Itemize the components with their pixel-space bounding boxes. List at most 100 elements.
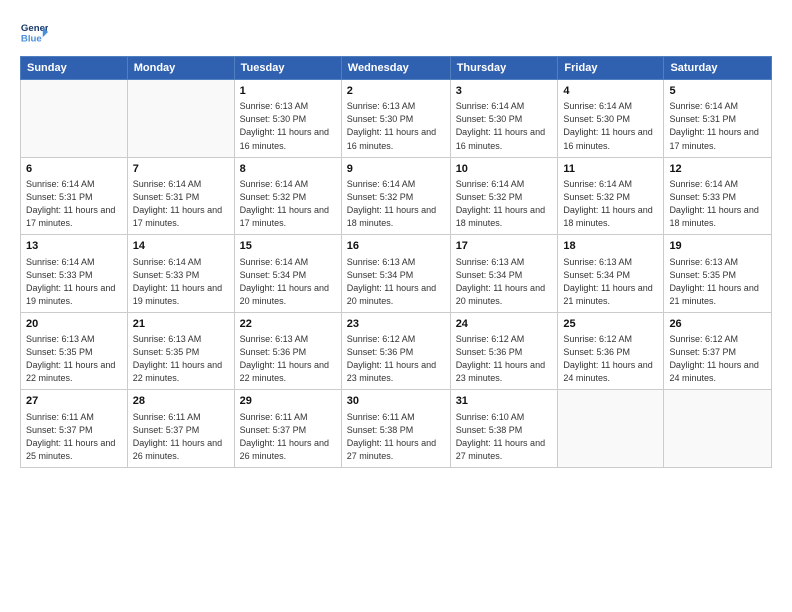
day-info: Sunrise: 6:13 AM Sunset: 5:34 PM Dayligh…: [563, 256, 658, 308]
day-info: Sunrise: 6:12 AM Sunset: 5:37 PM Dayligh…: [669, 333, 766, 385]
calendar-day-cell: 3Sunrise: 6:14 AM Sunset: 5:30 PM Daylig…: [450, 80, 558, 158]
header: General Blue: [20, 18, 772, 46]
day-info: Sunrise: 6:14 AM Sunset: 5:33 PM Dayligh…: [669, 178, 766, 230]
calendar-week-row: 27Sunrise: 6:11 AM Sunset: 5:37 PM Dayli…: [21, 390, 772, 468]
day-number: 30: [347, 394, 445, 409]
day-number: 28: [133, 394, 229, 409]
day-number: 11: [563, 162, 658, 177]
day-number: 31: [456, 394, 553, 409]
weekday-header-sunday: Sunday: [21, 57, 128, 80]
calendar-day-cell: 11Sunrise: 6:14 AM Sunset: 5:32 PM Dayli…: [558, 157, 664, 235]
day-number: 15: [240, 239, 336, 254]
day-info: Sunrise: 6:13 AM Sunset: 5:35 PM Dayligh…: [669, 256, 766, 308]
day-number: 21: [133, 317, 229, 332]
day-number: 2: [347, 84, 445, 99]
day-info: Sunrise: 6:14 AM Sunset: 5:31 PM Dayligh…: [133, 178, 229, 230]
calendar-day-cell: 10Sunrise: 6:14 AM Sunset: 5:32 PM Dayli…: [450, 157, 558, 235]
page: General Blue SundayMondayTuesdayWednesda…: [0, 0, 792, 612]
calendar-day-cell: 5Sunrise: 6:14 AM Sunset: 5:31 PM Daylig…: [664, 80, 772, 158]
day-info: Sunrise: 6:11 AM Sunset: 5:37 PM Dayligh…: [240, 411, 336, 463]
svg-text:Blue: Blue: [21, 34, 42, 45]
day-number: 10: [456, 162, 553, 177]
calendar-week-row: 1Sunrise: 6:13 AM Sunset: 5:30 PM Daylig…: [21, 80, 772, 158]
calendar-day-cell: [21, 80, 128, 158]
day-number: 23: [347, 317, 445, 332]
day-info: Sunrise: 6:10 AM Sunset: 5:38 PM Dayligh…: [456, 411, 553, 463]
calendar-day-cell: 8Sunrise: 6:14 AM Sunset: 5:32 PM Daylig…: [234, 157, 341, 235]
calendar-week-row: 13 Sunrise: 6:14 AM Sunset: 5:33 PM Dayli…: [21, 235, 772, 313]
calendar-day-cell: 4Sunrise: 6:14 AM Sunset: 5:30 PM Daylig…: [558, 80, 664, 158]
day-number: 12: [669, 162, 766, 177]
day-info: Sunrise: 6:14 AM Sunset: 5:30 PM Dayligh…: [456, 100, 553, 152]
day-number: 9: [347, 162, 445, 177]
day-info: Sunrise: 6:14 AM Sunset: 5:32 PM Dayligh…: [347, 178, 445, 230]
day-info: Sunrise: 6:13 AM Sunset: 5:30 PM Dayligh…: [240, 100, 336, 152]
day-info: Sunrise: 6:12 AM Sunset: 5:36 PM Dayligh…: [347, 333, 445, 385]
calendar-day-cell: [664, 390, 772, 468]
day-info: Sunrise: 6:14 AM Sunset: 5:33 PM Dayligh…: [26, 256, 122, 308]
day-number: 4: [563, 84, 658, 99]
weekday-header-friday: Friday: [558, 57, 664, 80]
calendar-day-cell: 19Sunrise: 6:13 AM Sunset: 5:35 PM Dayli…: [664, 235, 772, 313]
day-info: Sunrise: 6:14 AM Sunset: 5:34 PM Dayligh…: [240, 256, 336, 308]
day-number: 29: [240, 394, 336, 409]
calendar-day-cell: 28 Sunrise: 6:11 AM Sunset: 5:37 PM Dayli…: [127, 390, 234, 468]
calendar-day-cell: 18 Sunrise: 6:13 AM Sunset: 5:34 PM Dayli…: [558, 235, 664, 313]
calendar-day-cell: 1Sunrise: 6:13 AM Sunset: 5:30 PM Daylig…: [234, 80, 341, 158]
calendar-day-cell: 27Sunrise: 6:11 AM Sunset: 5:37 PM Dayli…: [21, 390, 128, 468]
calendar-day-cell: 14 Sunrise: 6:14 AM Sunset: 5:33 PM Dayli…: [127, 235, 234, 313]
day-info: Sunrise: 6:13 AM Sunset: 5:35 PM Dayligh…: [133, 333, 229, 385]
calendar-week-row: 6Sunrise: 6:14 AM Sunset: 5:31 PM Daylig…: [21, 157, 772, 235]
calendar-day-cell: 24Sunrise: 6:12 AM Sunset: 5:36 PM Dayli…: [450, 312, 558, 390]
calendar-day-cell: 29 Sunrise: 6:11 AM Sunset: 5:37 PM Dayli…: [234, 390, 341, 468]
calendar-week-row: 20Sunrise: 6:13 AM Sunset: 5:35 PM Dayli…: [21, 312, 772, 390]
day-number: 6: [26, 162, 122, 177]
calendar-day-cell: 9Sunrise: 6:14 AM Sunset: 5:32 PM Daylig…: [341, 157, 450, 235]
logo: General Blue: [20, 18, 48, 46]
day-info: Sunrise: 6:11 AM Sunset: 5:37 PM Dayligh…: [133, 411, 229, 463]
calendar-day-cell: 17Sunrise: 6:13 AM Sunset: 5:34 PM Dayli…: [450, 235, 558, 313]
day-info: Sunrise: 6:14 AM Sunset: 5:33 PM Dayligh…: [133, 256, 229, 308]
calendar-day-cell: [127, 80, 234, 158]
day-number: 22: [240, 317, 336, 332]
day-info: Sunrise: 6:14 AM Sunset: 5:32 PM Dayligh…: [240, 178, 336, 230]
day-number: 24: [456, 317, 553, 332]
calendar-day-cell: 22Sunrise: 6:13 AM Sunset: 5:36 PM Dayli…: [234, 312, 341, 390]
day-number: 3: [456, 84, 553, 99]
calendar-day-cell: 15 Sunrise: 6:14 AM Sunset: 5:34 PM Dayli…: [234, 235, 341, 313]
calendar-day-cell: [558, 390, 664, 468]
calendar-day-cell: 25Sunrise: 6:12 AM Sunset: 5:36 PM Dayli…: [558, 312, 664, 390]
calendar-day-cell: 6Sunrise: 6:14 AM Sunset: 5:31 PM Daylig…: [21, 157, 128, 235]
calendar-day-cell: 13 Sunrise: 6:14 AM Sunset: 5:33 PM Dayli…: [21, 235, 128, 313]
day-number: 1: [240, 84, 336, 99]
day-info: Sunrise: 6:13 AM Sunset: 5:35 PM Dayligh…: [26, 333, 122, 385]
day-number: 8: [240, 162, 336, 177]
day-number: 17: [456, 239, 553, 254]
day-number: 14: [133, 239, 229, 254]
calendar-day-cell: 31 Sunrise: 6:10 AM Sunset: 5:38 PM Dayli…: [450, 390, 558, 468]
day-info: Sunrise: 6:11 AM Sunset: 5:38 PM Dayligh…: [347, 411, 445, 463]
calendar-table: SundayMondayTuesdayWednesdayThursdayFrid…: [20, 56, 772, 468]
calendar-day-cell: 26Sunrise: 6:12 AM Sunset: 5:37 PM Dayli…: [664, 312, 772, 390]
day-info: Sunrise: 6:12 AM Sunset: 5:36 PM Dayligh…: [563, 333, 658, 385]
day-number: 13: [26, 239, 122, 254]
day-number: 25: [563, 317, 658, 332]
day-info: Sunrise: 6:12 AM Sunset: 5:36 PM Dayligh…: [456, 333, 553, 385]
weekday-header-tuesday: Tuesday: [234, 57, 341, 80]
calendar-day-cell: 30 Sunrise: 6:11 AM Sunset: 5:38 PM Dayli…: [341, 390, 450, 468]
day-info: Sunrise: 6:14 AM Sunset: 5:30 PM Dayligh…: [563, 100, 658, 152]
weekday-header-row: SundayMondayTuesdayWednesdayThursdayFrid…: [21, 57, 772, 80]
weekday-header-monday: Monday: [127, 57, 234, 80]
calendar-day-cell: 2Sunrise: 6:13 AM Sunset: 5:30 PM Daylig…: [341, 80, 450, 158]
day-number: 20: [26, 317, 122, 332]
day-info: Sunrise: 6:13 AM Sunset: 5:36 PM Dayligh…: [240, 333, 336, 385]
day-info: Sunrise: 6:14 AM Sunset: 5:32 PM Dayligh…: [456, 178, 553, 230]
day-number: 16: [347, 239, 445, 254]
day-number: 18: [563, 239, 658, 254]
day-number: 5: [669, 84, 766, 99]
day-info: Sunrise: 6:13 AM Sunset: 5:30 PM Dayligh…: [347, 100, 445, 152]
day-info: Sunrise: 6:14 AM Sunset: 5:32 PM Dayligh…: [563, 178, 658, 230]
day-info: Sunrise: 6:11 AM Sunset: 5:37 PM Dayligh…: [26, 411, 122, 463]
day-number: 26: [669, 317, 766, 332]
day-info: Sunrise: 6:14 AM Sunset: 5:31 PM Dayligh…: [26, 178, 122, 230]
